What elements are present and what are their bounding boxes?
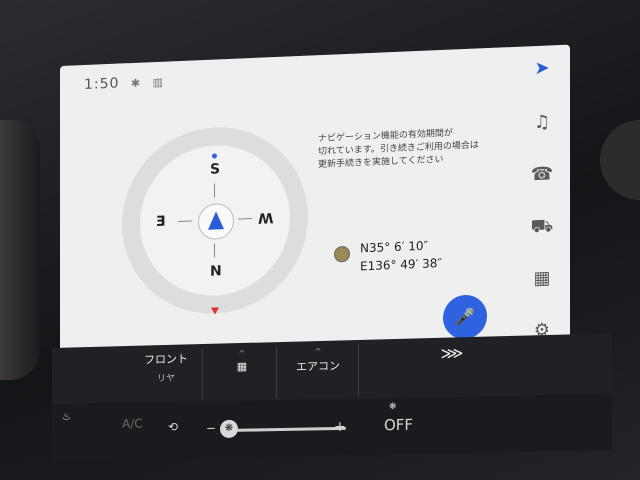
compass-tick [214, 243, 215, 258]
clock: 1:50 [84, 75, 120, 93]
heading-arrow-icon [208, 211, 224, 230]
divider [202, 348, 203, 401]
fan-off-button[interactable]: OFF [384, 416, 413, 435]
signal-icon: ▥ [152, 75, 164, 90]
chevron-up-icon: ^ [238, 348, 246, 359]
fan-slider[interactable] [236, 426, 346, 432]
rear-label: リヤ [156, 373, 175, 385]
apps-button[interactable]: ^ ▦ [220, 348, 264, 373]
coordinates: N35° 6′ 10″ E136° 49′ 38″ [360, 236, 442, 275]
infotainment-screen: 1:50 ✱ ▥ S N E W ナビゲーション機能の有効期間が 切れています。… [60, 44, 570, 367]
rear-defrost-button[interactable]: ⋙ [432, 343, 472, 363]
fan-icon: ❋ [389, 401, 397, 413]
chevron-up-icon: ^ [314, 346, 322, 357]
compass-tick [178, 220, 192, 223]
compass-face: S N E W [140, 142, 290, 299]
vehicle-icon[interactable]: ⛟ [527, 211, 557, 242]
climate-button[interactable]: ^ エアコン [286, 346, 350, 375]
cabin-panel [0, 120, 40, 380]
climate-label: エアコン [296, 359, 340, 374]
fan-icon: ❋ [224, 422, 234, 434]
front-label: フロント [144, 352, 188, 367]
north-marker-icon [211, 307, 219, 315]
compass-south: S [210, 161, 221, 178]
status-bar: 1:50 ✱ ▥ [84, 74, 164, 93]
heading-dot [212, 153, 217, 159]
compass-east: E [156, 213, 166, 230]
music-icon[interactable]: ♫ [527, 107, 557, 138]
location-icon [334, 245, 350, 263]
compass-north: N [210, 263, 222, 280]
navigation-icon[interactable]: ➤ [527, 53, 557, 84]
compass-tick [214, 183, 215, 198]
recirculation-icon[interactable]: ⟲ [168, 420, 178, 434]
seat-heater-icon[interactable]: ♨ [62, 412, 71, 423]
defrost-icon: ⋙ [440, 343, 464, 363]
ac-toggle[interactable]: A/C [122, 416, 143, 430]
apps-icon[interactable]: ▦ [527, 263, 557, 294]
fan-increase-button[interactable]: + [334, 419, 346, 435]
heading-ring [198, 202, 234, 241]
voice-assistant-button[interactable]: 🎤 [443, 294, 487, 340]
bluetooth-icon: ✱ [130, 76, 142, 91]
microphone-icon: 🎤 [455, 306, 475, 327]
compass-west: W [258, 209, 274, 226]
longitude: E136° 49′ 38″ [360, 255, 442, 274]
fan-decrease-button[interactable]: − [206, 421, 216, 435]
apps-icon: ▦ [236, 359, 248, 374]
side-rail: ➤ ♫ ☎ ⛟ ▦ ⚙ [515, 45, 570, 347]
divider [358, 343, 359, 396]
phone-icon[interactable]: ☎ [527, 159, 557, 190]
compass[interactable]: S N E W [122, 123, 308, 318]
expiry-message: ナビゲーション機能の有効期間が 切れています。引き続きご利用の場合は 更新手続き… [318, 126, 498, 173]
compass-tick [238, 217, 252, 220]
climate-controls: ♨ A/C ⟲ − ❋ + ❋ OFF [52, 394, 612, 460]
seat-zone-selector[interactable]: フロント リヤ [136, 350, 196, 385]
divider [276, 346, 277, 399]
